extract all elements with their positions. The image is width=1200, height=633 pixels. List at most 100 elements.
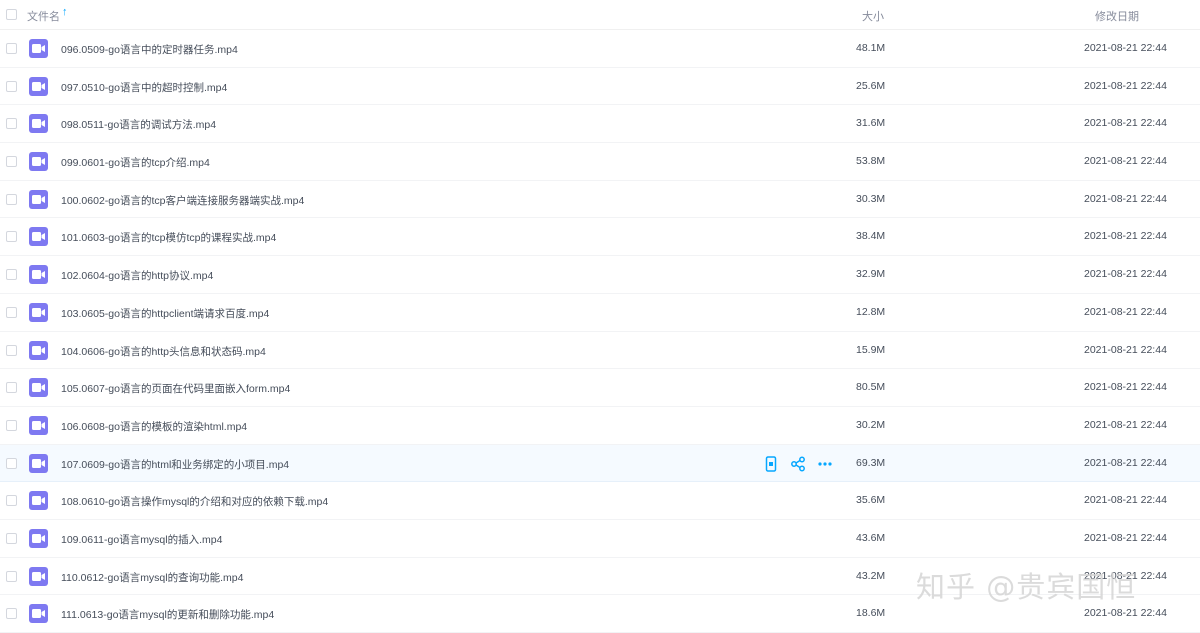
file-size: 32.9M [856, 268, 886, 281]
video-file-icon [29, 415, 48, 435]
video-file-icon [29, 189, 48, 209]
file-name[interactable]: 110.0612-go语言mysql的查询功能.mp4 [61, 570, 243, 585]
file-row[interactable]: 102.0604-go语言的http协议.mp4 32.9M 2021-08-21 … [0, 256, 1200, 294]
row-checkbox[interactable] [6, 156, 17, 168]
row-checkbox[interactable] [6, 344, 17, 356]
file-row[interactable]: 096.0509-go语言中的定时器任务.mp4 48.1M 2021-08-21 … [0, 30, 1200, 68]
file-name[interactable]: 099.0601-go语言的tcp介绍.mp4 [61, 155, 210, 170]
file-size: 53.8M [856, 155, 886, 168]
file-name[interactable]: 102.0604-go语言的http协议.mp4 [61, 268, 213, 283]
file-name[interactable]: 109.0611-go语言mysql的插入.mp4 [61, 532, 222, 547]
file-row[interactable]: 104.0606-go语言的http头信息和状态码.mp4 15.9M 2021-0… [0, 332, 1200, 370]
file-name[interactable]: 100.0602-go语言的tcp客户端连接服务器端实战.mp4 [61, 193, 304, 208]
file-size: 31.6M [856, 117, 886, 130]
file-name[interactable]: 097.0510-go语言中的超时控制.mp4 [61, 80, 227, 95]
file-date: 2021-08-21 22:44 [1084, 117, 1167, 130]
file-row[interactable]: 099.0601-go语言的tcp介绍.mp4 53.8M 2021-08-21 2… [0, 143, 1200, 181]
row-checkbox[interactable] [6, 231, 17, 243]
row-checkbox[interactable] [6, 382, 17, 394]
file-date: 2021-08-21 22:44 [1084, 381, 1167, 394]
row-checkbox[interactable] [6, 43, 17, 54]
file-name[interactable]: 096.0509-go语言中的定时器任务.mp4 [61, 42, 238, 57]
file-date: 2021-08-21 22:44 [1084, 155, 1167, 168]
file-size: 69.3M [856, 456, 886, 469]
file-row[interactable]: 105.0607-go语言的页面在代码里面嵌入form.mp4 80.5M 2021… [0, 369, 1200, 407]
row-checkbox[interactable] [6, 269, 17, 281]
more-icon[interactable] [817, 456, 833, 472]
file-name[interactable]: 105.0607-go语言的页面在代码里面嵌入form.mp4 [61, 381, 290, 396]
file-row[interactable]: 108.0610-go语言操作mysql的介绍和对应的依赖下载.mp4 35.6M… [0, 482, 1200, 520]
file-date: 2021-08-21 22:44 [1084, 305, 1167, 318]
file-date: 2021-08-21 22:44 [1084, 531, 1167, 544]
file-row[interactable]: 097.0510-go语言中的超时控制.mp4 25.6M 2021-08-21 2… [0, 68, 1200, 106]
file-name[interactable]: 098.0511-go语言的调试方法.mp4 [61, 117, 216, 132]
file-size: 12.8M [856, 305, 886, 318]
file-row[interactable]: 107.0609-go语言的html和业务绑定的小项目.mp4 69.3M 2021… [0, 444, 1200, 483]
file-name[interactable]: 103.0605-go语言的httpclient端请求百度.mp4 [61, 306, 269, 321]
file-name[interactable]: 104.0606-go语言的http头信息和状态码.mp4 [61, 344, 266, 359]
file-size: 30.3M [856, 192, 886, 205]
video-file-icon [29, 227, 48, 247]
file-date: 2021-08-21 22:44 [1084, 42, 1167, 54]
file-name[interactable]: 101.0603-go语言的tcp模仿tcp的课程实战.mp4 [61, 230, 276, 245]
file-name[interactable]: 107.0609-go语言的html和业务绑定的小项目.mp4 [61, 457, 289, 472]
video-file-icon [29, 528, 48, 548]
column-header-date[interactable]: 修改日期 [1095, 8, 1139, 24]
row-checkbox[interactable] [6, 457, 17, 469]
row-checkbox[interactable] [6, 495, 17, 507]
file-date: 2021-08-21 22:44 [1084, 268, 1167, 281]
row-checkbox[interactable] [6, 608, 17, 620]
file-row[interactable]: 098.0511-go语言的调试方法.mp4 31.6M 2021-08-21 22… [0, 105, 1200, 144]
file-date: 2021-08-21 22:44 [1084, 192, 1167, 205]
row-checkbox[interactable] [6, 532, 17, 544]
column-header-name[interactable]: 文件名 [27, 8, 60, 24]
row-checkbox[interactable] [6, 118, 17, 130]
file-size: 15.9M [856, 343, 886, 356]
file-size: 38.4M [856, 230, 886, 243]
file-date: 2021-08-21 22:44 [1084, 569, 1167, 582]
row-checkbox[interactable] [6, 193, 17, 205]
file-size: 43.2M [856, 569, 886, 582]
video-file-icon [29, 566, 48, 586]
sort-up-arrow-icon[interactable]: ↑ [62, 6, 68, 18]
row-checkbox[interactable] [6, 306, 17, 318]
file-row[interactable]: 109.0611-go语言mysql的插入.mp4 43.6M 2021-08-21… [0, 520, 1200, 558]
row-checkbox[interactable] [6, 80, 17, 92]
file-size: 80.5M [856, 381, 886, 394]
file-size: 48.1M [856, 42, 886, 54]
file-name[interactable]: 108.0610-go语言操作mysql的介绍和对应的依赖下载.mp4 [61, 494, 328, 509]
file-date: 2021-08-21 22:44 [1084, 230, 1167, 243]
video-file-icon [29, 604, 48, 624]
file-row[interactable]: 100.0602-go语言的tcp客户端连接服务器端实战.mp4 30.3M 202… [0, 181, 1200, 219]
file-row[interactable]: 111.0613-go语言mysql的更新和删除功能.mp4 18.6M 2021-… [0, 595, 1200, 633]
file-row[interactable]: 110.0612-go语言mysql的查询功能.mp4 43.2M 2021-08-… [0, 558, 1200, 596]
file-name[interactable]: 106.0608-go语言的模板的渲染html.mp4 [61, 419, 247, 434]
file-size: 35.6M [856, 494, 886, 507]
file-name[interactable]: 111.0613-go语言mysql的更新和删除功能.mp4 [61, 607, 274, 622]
video-file-icon [29, 453, 48, 473]
file-row[interactable]: 106.0608-go语言的模板的渲染html.mp4 30.2M 2021-08-… [0, 407, 1200, 445]
video-file-icon [29, 114, 48, 134]
row-checkbox[interactable] [6, 570, 17, 582]
column-header-size[interactable]: 大小 [862, 8, 884, 24]
file-row[interactable]: 103.0605-go语言的httpclient端请求百度.mp4 12.8M 20… [0, 294, 1200, 332]
video-file-icon [29, 491, 48, 511]
file-row[interactable]: 101.0603-go语言的tcp模仿tcp的课程实战.mp4 38.4M 2021… [0, 218, 1200, 257]
select-all-checkbox[interactable] [6, 9, 17, 20]
share-icon[interactable] [790, 456, 806, 472]
video-file-icon [29, 76, 48, 96]
file-date: 2021-08-21 22:44 [1084, 607, 1167, 620]
row-checkbox[interactable] [6, 419, 17, 431]
file-size: 18.6M [856, 607, 886, 620]
file-size: 30.2M [856, 418, 886, 431]
file-date: 2021-08-21 22:44 [1084, 79, 1167, 92]
mobile-icon[interactable] [764, 455, 780, 472]
video-file-icon [29, 39, 48, 58]
file-date: 2021-08-21 22:44 [1084, 494, 1167, 507]
file-date: 2021-08-21 22:44 [1084, 456, 1167, 469]
video-file-icon [29, 378, 48, 398]
file-list: 096.0509-go语言中的定时器任务.mp4 48.1M 2021-08-21 … [0, 30, 1200, 633]
file-date: 2021-08-21 22:44 [1084, 343, 1167, 356]
file-list-header: 文件名 ↑ 大小 修改日期 [0, 0, 1200, 30]
video-file-icon [29, 152, 48, 172]
